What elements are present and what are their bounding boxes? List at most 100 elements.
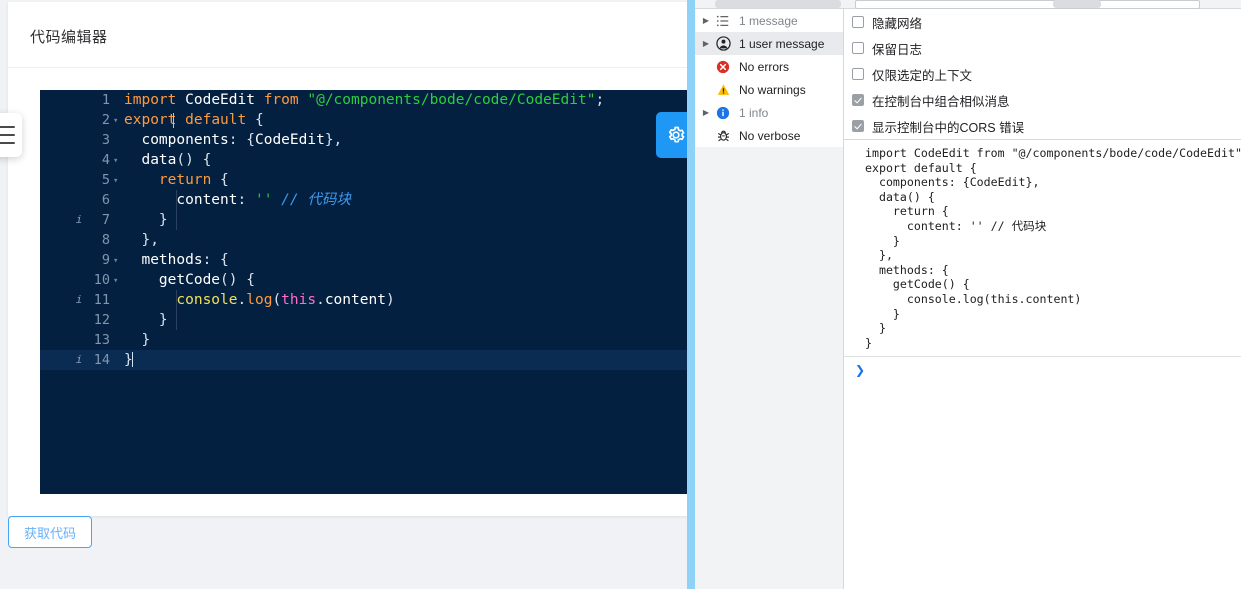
console-settings-list: 隐藏网络保留日志仅限选定的上下文在控制台中组合相似消息 显示控制台中的CORS 错… [844, 9, 1241, 140]
code-text: export default { [124, 112, 264, 128]
sidebar-item-label: 1 user message [739, 36, 825, 51]
checkbox[interactable] [852, 42, 864, 54]
checkbox[interactable] [852, 16, 864, 28]
code-text: } [124, 332, 151, 348]
line-info-marker[interactable]: i [74, 350, 84, 370]
console-setting-row[interactable]: 显示控制台中的CORS 错误 [844, 113, 1241, 139]
checkbox[interactable] [852, 120, 864, 132]
bug-icon [713, 128, 733, 143]
code-line[interactable]: 13 } [40, 330, 687, 350]
checkbox[interactable] [852, 94, 864, 106]
console-output-line: } [865, 233, 900, 248]
line-number: 6 [101, 192, 110, 208]
line-number: 12 [93, 312, 110, 328]
code-line[interactable]: 9 ▾ methods: { [40, 250, 687, 270]
code-editor-card: 代码编辑器 1 import CodeEdit from "@/component… [8, 2, 687, 516]
code-line[interactable]: 6 content: '' // 代码块 [40, 190, 687, 210]
line-number: 3 [101, 132, 110, 148]
code-text: methods: { [141, 252, 229, 268]
code-fold-arrow-icon[interactable]: ▾ [113, 271, 121, 291]
code-line[interactable]: 4 ▾ data() { [40, 150, 687, 170]
checkbox-label: 在控制台中组合相似消息 [872, 94, 1010, 109]
line-number: 4 [101, 152, 110, 168]
code-line[interactable]: i 11 console.log(this.content) [40, 290, 687, 310]
code-line[interactable]: 2 ▾ export default { [40, 110, 687, 130]
code-line[interactable]: 3 components: {CodeEdit}, [40, 130, 687, 150]
message-filter-list[interactable]: ▶ 1 message ▶ 1 user message No errors No war… [695, 9, 843, 147]
error-icon [713, 60, 733, 74]
code-fold-arrow-icon[interactable]: ▾ [113, 151, 121, 171]
code-lines-container[interactable]: 1 import CodeEdit from "@/components/bode… [40, 90, 687, 370]
hamburger-menu-button[interactable] [0, 113, 22, 157]
console-setting-row[interactable]: 隐藏网络 [844, 9, 1241, 35]
disclosure-triangle-icon[interactable]: ▶ [699, 108, 713, 117]
toolbar-placeholder-right[interactable] [1053, 0, 1101, 8]
console-message[interactable]: import CodeEdit from "@/components/bode/… [844, 140, 1241, 358]
sidebar-item-label: No errors [739, 59, 790, 74]
sidebar-item-bug[interactable]: No verbose [695, 124, 843, 147]
code-text: console.log(this.content) [176, 292, 395, 308]
console-setting-row[interactable]: 保留日志 [844, 35, 1241, 61]
gear-icon [668, 126, 685, 143]
line-info-marker[interactable]: i [74, 290, 84, 310]
code-editor[interactable]: 1 import CodeEdit from "@/components/bode… [40, 90, 687, 494]
code-text: } [124, 312, 168, 328]
panel-resize-handle[interactable] [687, 0, 695, 589]
sidebar-item-label: 1 message [739, 13, 798, 28]
indent-guide [176, 310, 178, 330]
checkbox-label: 保留日志 [872, 42, 923, 57]
code-line[interactable]: 10 ▾ getCode() { [40, 270, 687, 290]
filter-input[interactable] [855, 0, 1200, 9]
console-output-line: } [865, 306, 900, 321]
code-fold-arrow-icon[interactable]: ▾ [113, 111, 121, 131]
code-line[interactable]: i 7 } [40, 210, 687, 230]
code-text: } [124, 352, 133, 368]
disclosure-triangle-icon[interactable]: ▶ [699, 16, 713, 25]
code-fold-arrow-icon[interactable]: ▾ [113, 251, 121, 271]
code-text: data() { [141, 152, 212, 168]
code-text: return { [158, 172, 229, 188]
page-title: 代码编辑器 [30, 29, 108, 46]
list-icon [713, 14, 733, 28]
console-output-line: }, [865, 248, 893, 263]
editor-settings-button[interactable] [656, 112, 687, 158]
console-setting-row[interactable]: 在控制台中组合相似消息 [844, 87, 1241, 113]
sidebar-item-person[interactable]: ▶ 1 user message [695, 32, 843, 55]
sidebar-item-label: No warnings [739, 82, 806, 97]
console-output-line: data() { [865, 189, 935, 204]
code-line[interactable]: 8 }, [40, 230, 687, 250]
hamburger-menu-icon [0, 126, 15, 128]
code-text: getCode() { [158, 272, 255, 288]
code-line[interactable]: 12 } [40, 310, 687, 330]
disclosure-triangle-icon[interactable]: ▶ [699, 39, 713, 48]
checkbox[interactable] [852, 68, 864, 80]
line-number: 9 [101, 252, 110, 268]
sidebar-item-warning[interactable]: No warnings [695, 78, 843, 101]
code-line[interactable]: 1 import CodeEdit from "@/components/bode… [40, 90, 687, 110]
code-line[interactable]: i 14} [40, 350, 687, 370]
code-text: } [124, 212, 168, 228]
console-output-line: } [865, 335, 872, 350]
console-prompt-row[interactable]: ❯ [844, 361, 1241, 381]
sidebar-item-list[interactable]: ▶ 1 message [695, 9, 843, 32]
line-number: 8 [101, 232, 110, 248]
sidebar-item-error[interactable]: No errors [695, 55, 843, 78]
console-output-line: methods: { [865, 262, 949, 277]
code-line[interactable]: 5 ▾ return { [40, 170, 687, 190]
toolbar-placeholder-left[interactable] [715, 0, 841, 8]
checkbox-label: 显示控制台中的CORS 错误 [872, 120, 1025, 135]
get-code-button[interactable]: 获取代码 [8, 516, 92, 548]
line-info-marker[interactable]: i [74, 210, 84, 230]
hamburger-menu-icon-bar [0, 134, 15, 136]
code-fold-arrow-icon[interactable]: ▾ [113, 171, 121, 191]
sidebar-item-label: No verbose [739, 128, 801, 143]
indent-guide [176, 210, 178, 230]
sidebar-item-info[interactable]: ▶ 1 info [695, 101, 843, 124]
sidebar-item-label: 1 info [739, 105, 769, 120]
console-setting-row[interactable]: 仅限选定的上下文 [844, 61, 1241, 87]
application-pane: 代码编辑器 1 import CodeEdit from "@/component… [0, 0, 687, 589]
devtools-panel: ▶ 1 message ▶ 1 user message No errors No war… [695, 0, 1241, 589]
line-number: 7 [101, 212, 110, 228]
hamburger-menu-icon-bar [0, 142, 15, 144]
line-number: 1 [101, 92, 110, 108]
